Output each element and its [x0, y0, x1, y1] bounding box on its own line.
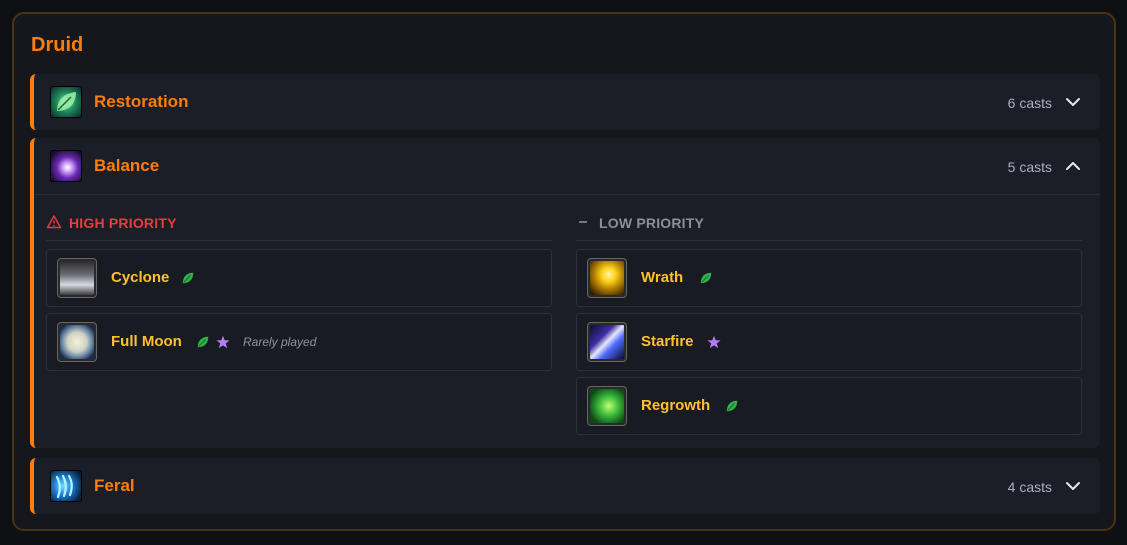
spec-name: Balance [94, 156, 160, 175]
cast-count: 4 casts [1007, 479, 1052, 495]
leaf-icon [181, 271, 195, 285]
chevron-down-icon[interactable] [1064, 478, 1082, 494]
wrath-icon [587, 258, 627, 298]
spell-row[interactable]: Cyclone [46, 249, 552, 307]
spell-name: Regrowth [641, 397, 711, 414]
spell-row[interactable]: Regrowth [576, 377, 1082, 435]
leaf-icon [725, 399, 739, 413]
spec-header-restoration[interactable]: Restoration 6 casts [34, 74, 1100, 130]
spec-name: Feral [94, 476, 135, 495]
cast-count: 5 casts [1007, 159, 1052, 175]
balance-moonfire-icon [50, 150, 82, 182]
starfire-icon [587, 322, 627, 362]
spell-name: Wrath [641, 269, 684, 286]
cyclone-icon [57, 258, 97, 298]
star-icon [216, 335, 230, 349]
minus-icon [579, 221, 587, 223]
spell-name: Starfire [641, 333, 694, 350]
spec-body-balance: HIGH PRIORITY Cyclone Full Moon Rarely p… [34, 194, 1100, 447]
warning-triangle-icon [46, 215, 62, 229]
spell-row[interactable]: Starfire [576, 313, 1082, 371]
feral-claw-icon [50, 470, 82, 502]
high-priority-label: HIGH PRIORITY [69, 215, 177, 231]
cast-count: 6 casts [1007, 95, 1052, 111]
leaf-icon [699, 271, 713, 285]
spec-header-balance[interactable]: Balance 5 casts [34, 138, 1100, 194]
chevron-down-icon[interactable] [1064, 94, 1082, 110]
druid-class-card: Druid Restoration 6 casts Balance 5 cast… [12, 12, 1116, 531]
spell-name: Cyclone [111, 269, 170, 286]
rarely-played-note: Rarely played [243, 335, 317, 349]
spec-restoration[interactable]: Restoration 6 casts [30, 74, 1100, 130]
spec-header-feral[interactable]: Feral 4 casts [34, 458, 1100, 514]
leaf-icon [196, 335, 210, 349]
high-priority-header: HIGH PRIORITY [46, 215, 552, 241]
spec-balance: Balance 5 casts HIGH PRIORITY Cyclone Fu… [30, 138, 1100, 448]
restoration-leaf-icon [50, 86, 82, 118]
spell-row[interactable]: Wrath [576, 249, 1082, 307]
regrowth-icon [587, 386, 627, 426]
chevron-up-icon[interactable] [1064, 158, 1082, 174]
star-icon [707, 335, 721, 349]
full-moon-icon [57, 322, 97, 362]
low-priority-header: LOW PRIORITY [576, 215, 1082, 241]
spec-feral[interactable]: Feral 4 casts [30, 458, 1100, 514]
spell-row[interactable]: Full Moon Rarely played [46, 313, 552, 371]
spell-name: Full Moon [111, 333, 182, 350]
low-priority-label: LOW PRIORITY [599, 215, 705, 231]
class-title: Druid [31, 34, 84, 56]
spec-name: Restoration [94, 92, 189, 111]
